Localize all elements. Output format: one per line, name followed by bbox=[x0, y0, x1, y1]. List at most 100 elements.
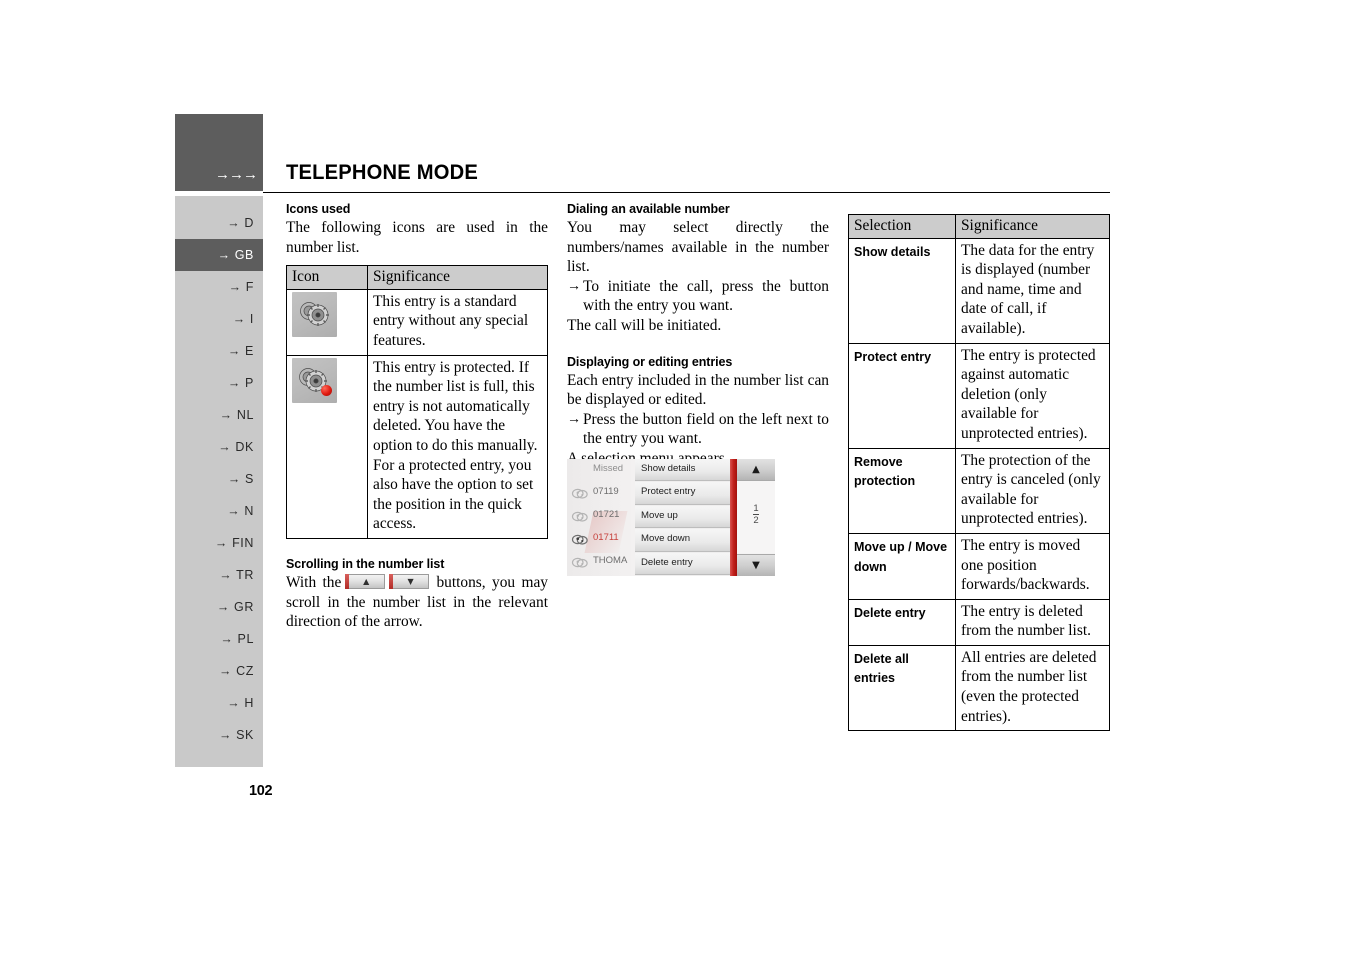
menu-item-show-details[interactable]: Show details bbox=[635, 459, 730, 482]
sidebar-item-f[interactable]: → F bbox=[175, 271, 263, 303]
scroll-down-arrow-icon: ▼ bbox=[407, 576, 414, 586]
table-header-row: Selection Significance bbox=[848, 214, 1110, 239]
list-header-row: Missed bbox=[567, 461, 635, 483]
sidebar-item-d[interactable]: → D bbox=[175, 207, 263, 239]
dialing-paragraph: You may select directly the numbers/name… bbox=[567, 219, 829, 276]
header-divider bbox=[263, 192, 1110, 193]
sidebar-item-tr[interactable]: → TR bbox=[175, 559, 263, 591]
list-item[interactable]: THOMA bbox=[567, 553, 635, 575]
sidebar-item-label: → F bbox=[228, 280, 254, 294]
sidebar-item-fin[interactable]: → FIN bbox=[175, 527, 263, 559]
scroll-down-button[interactable]: ▼ bbox=[389, 573, 430, 589]
call-entry-icon bbox=[571, 511, 588, 522]
sidebar-item-label: → S bbox=[227, 472, 254, 486]
list-item[interactable]: 07119 bbox=[567, 484, 635, 506]
table-row: This entry is a standard entry without a… bbox=[286, 288, 548, 356]
significance-cell: The entry is moved one position forwards… bbox=[955, 532, 1110, 600]
selection-cell: Delete entry bbox=[848, 598, 956, 646]
nav-up-arrow-icon: ▲ bbox=[752, 464, 760, 475]
col-header-significance: Significance bbox=[367, 265, 548, 290]
gear-standard-icon bbox=[292, 291, 337, 337]
gear-glyph bbox=[300, 301, 329, 326]
table-header-row: Icon Significance bbox=[286, 265, 548, 290]
sidebar-item-label: → GR bbox=[216, 600, 254, 614]
navigation-panel: ▲ 1 2 ▼ bbox=[737, 459, 775, 576]
sidebar-item-h[interactable]: → H bbox=[175, 687, 263, 719]
sidebar-item-label: → NL bbox=[219, 408, 254, 422]
significance-cell: This entry is a standard entry without a… bbox=[367, 288, 548, 356]
table-row: Move up / Move down The entry is moved o… bbox=[848, 532, 1110, 600]
sidebar-item-p[interactable]: → P bbox=[175, 367, 263, 399]
accent-bar bbox=[730, 459, 737, 576]
heading-icons-used: Icons used bbox=[286, 202, 351, 216]
significance-cell: All entries are deleted from the number … bbox=[955, 644, 1110, 732]
menu-item-move-down[interactable]: Move down bbox=[635, 529, 730, 552]
sidebar-item-label: → I bbox=[232, 312, 254, 326]
nav-down-button[interactable]: ▼ bbox=[737, 553, 775, 576]
menu-item-move-up[interactable]: Move up bbox=[635, 505, 730, 529]
column-one: Icons used The following icons are used … bbox=[286, 202, 548, 632]
menu-item-label: Move up bbox=[641, 509, 678, 521]
selection-cell: Delete all entries bbox=[848, 644, 956, 732]
table-row: Remove protection The protection of the … bbox=[848, 447, 1110, 534]
list-item-number: 01721 bbox=[593, 509, 620, 520]
icons-table: Icon Significance This entry is a standa… bbox=[286, 265, 548, 539]
page-indicator: 1 2 bbox=[737, 481, 775, 554]
significance-cell: The protection of the entry is canceled … bbox=[955, 447, 1110, 534]
menu-item-label: Move down bbox=[641, 533, 691, 545]
sidebar-header: →→→ bbox=[175, 114, 263, 191]
context-menu: Show details Protect entry Move up Move … bbox=[635, 459, 730, 576]
sidebar-item-label: → DK bbox=[218, 440, 254, 454]
significance-cell: The data for the entry is displayed (num… bbox=[955, 237, 1110, 344]
significance-cell: The entry is deleted from the number lis… bbox=[955, 598, 1110, 646]
table-row: This entry is protected. If the number l… bbox=[286, 354, 548, 539]
sidebar-item-label: → FIN bbox=[214, 536, 254, 550]
selection-cell: Remove protection bbox=[848, 447, 956, 534]
selection-cell: Protect entry bbox=[848, 342, 956, 449]
sidebar-item-gb[interactable]: → GB bbox=[175, 239, 263, 271]
page-title: TELEPHONE MODE bbox=[286, 161, 478, 184]
list-item-selected[interactable]: 01711 bbox=[567, 530, 635, 552]
col-header-icon: Icon bbox=[286, 265, 368, 290]
sidebar-item-label: → H bbox=[227, 696, 254, 710]
scroll-text-before: With the bbox=[286, 573, 342, 591]
device-screenshot: Missed 07119 01721 01711 THOMA Show deta… bbox=[567, 459, 775, 576]
sidebar-item-sk[interactable]: → SK bbox=[175, 719, 263, 751]
column-two: Dialing an available number You may sele… bbox=[567, 202, 829, 469]
list-item-number: THOMA bbox=[593, 555, 628, 566]
list-item[interactable]: 01721 bbox=[567, 507, 635, 529]
list-item-number: 07119 bbox=[593, 486, 619, 497]
col-header-significance: Significance bbox=[955, 214, 1110, 239]
scroll-up-button[interactable]: ▲ bbox=[344, 573, 385, 589]
menu-item-protect-entry[interactable]: Protect entry bbox=[635, 482, 730, 505]
list-header-label: Missed bbox=[593, 463, 624, 474]
sidebar-item-dk[interactable]: → DK bbox=[175, 431, 263, 463]
sidebar-item-label: → D bbox=[227, 216, 254, 230]
sidebar-item-e[interactable]: → E bbox=[175, 335, 263, 367]
sidebar-item-label: → TR bbox=[219, 568, 254, 582]
bullet-arrow-icon: → bbox=[567, 411, 581, 427]
intro-paragraph: The following icons are used in the numb… bbox=[286, 219, 548, 256]
bullet-text: To initiate the call, press the button w… bbox=[583, 277, 829, 315]
menu-item-label: Delete entry bbox=[641, 556, 693, 568]
sidebar-item-pl[interactable]: → PL bbox=[175, 623, 263, 655]
selection-table: Selection Significance Show details The … bbox=[848, 214, 1110, 732]
page-number: 102 bbox=[249, 783, 273, 799]
call-entry-icon bbox=[571, 488, 588, 499]
sidebar-item-s[interactable]: → S bbox=[175, 463, 263, 495]
sidebar-item-label: → E bbox=[227, 344, 254, 358]
sidebar-item-i[interactable]: → I bbox=[175, 303, 263, 335]
sidebar-item-cz[interactable]: → CZ bbox=[175, 655, 263, 687]
menu-item-delete-entry[interactable]: Delete entry bbox=[635, 552, 730, 575]
page-current: 1 bbox=[753, 503, 759, 515]
sidebar-item-gr[interactable]: → GR bbox=[175, 591, 263, 623]
heading-dialing: Dialing an available number bbox=[567, 202, 730, 216]
nav-up-button[interactable]: ▲ bbox=[737, 459, 775, 482]
sidebar-item-n[interactable]: → N bbox=[175, 495, 263, 527]
sidebar-item-nl[interactable]: → NL bbox=[175, 399, 263, 431]
table-row: Delete entry The entry is deleted from t… bbox=[848, 598, 1110, 646]
table-row: Delete all entries All entries are delet… bbox=[848, 644, 1110, 732]
significance-cell: This entry is protected. If the number l… bbox=[367, 354, 548, 539]
call-entry-icon bbox=[571, 557, 588, 568]
call-entry-icon bbox=[571, 534, 588, 545]
